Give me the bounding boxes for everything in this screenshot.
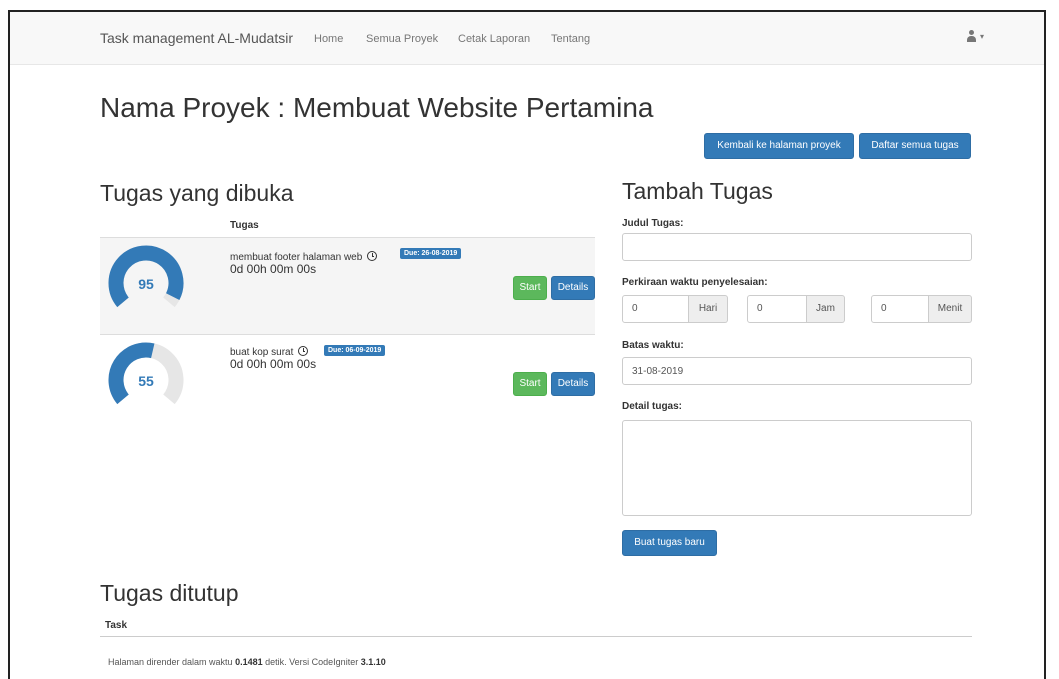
tasks-column-header: Tugas [230, 220, 259, 231]
estimate-label: Perkiraan waktu penyelesaian: [622, 277, 768, 288]
deadline-label: Batas waktu: [622, 340, 684, 351]
user-menu-dropdown[interactable]: ▾ [966, 30, 984, 44]
progress-value: 95 [138, 276, 154, 292]
nav-semua-proyek[interactable]: Semua Proyek [366, 33, 438, 45]
due-date-badge: Due: 26-08-2019 [400, 248, 462, 259]
clock-icon [298, 346, 309, 356]
progress-gauge: 55 [106, 340, 186, 412]
hours-unit-addon: Jam [807, 295, 845, 323]
user-icon [966, 30, 977, 42]
closed-table-divider [100, 636, 972, 637]
footer-prefix: Halaman dirender dalam waktu [108, 657, 233, 667]
task-timer: 0d 00h 00m 00s [230, 262, 317, 276]
task-detail-label: Detail tugas: [622, 401, 683, 412]
minutes-unit-addon: Menit [929, 295, 972, 323]
create-task-button[interactable]: Buat tugas baru [622, 530, 717, 556]
all-tasks-button[interactable]: Daftar semua tugas [859, 133, 971, 159]
render-time: 0.1481 [235, 657, 263, 667]
start-task-button[interactable]: Start [513, 276, 547, 300]
table-row-divider [100, 334, 595, 335]
task-title-input[interactable] [622, 233, 972, 261]
add-task-heading: Tambah Tugas [622, 178, 773, 204]
browser-frame: Task management AL-Mudatsir Home Semua P… [8, 10, 1046, 679]
deadline-input[interactable] [622, 357, 972, 385]
due-date-badge: Due: 06-09-2019 [324, 345, 386, 356]
nav-cetak-laporan[interactable]: Cetak Laporan [458, 33, 530, 45]
clock-icon [367, 251, 378, 261]
progress-gauge: 95 [106, 243, 186, 315]
task-details-button[interactable]: Details [551, 372, 595, 396]
progress-value: 55 [138, 373, 154, 389]
task-title-label: Judul Tugas: [622, 218, 684, 229]
back-to-project-button[interactable]: Kembali ke halaman proyek [704, 133, 854, 159]
caret-down-icon: ▾ [979, 32, 984, 41]
nav-home[interactable]: Home [314, 33, 343, 45]
task-details-button[interactable]: Details [551, 276, 595, 300]
minutes-input[interactable]: 0 [871, 295, 929, 323]
task-timer: 0d 00h 00m 00s [230, 357, 317, 371]
days-input[interactable]: 0 [622, 295, 689, 323]
render-time-footer: Halaman dirender dalam waktu 0.1481 deti… [108, 657, 386, 667]
hours-input[interactable]: 0 [747, 295, 807, 323]
closed-task-column-header: Task [105, 620, 128, 631]
task-detail-textarea[interactable] [622, 420, 972, 516]
closed-tasks-heading: Tugas ditutup [100, 580, 239, 606]
footer-middle: detik. Versi CodeIgniter [265, 657, 359, 667]
start-task-button[interactable]: Start [513, 372, 547, 396]
navbar: Task management AL-Mudatsir Home Semua P… [10, 12, 1044, 65]
days-unit-addon: Hari [689, 295, 728, 323]
open-tasks-heading: Tugas yang dibuka [100, 180, 294, 206]
nav-tentang[interactable]: Tentang [551, 33, 590, 45]
brand-link[interactable]: Task management AL-Mudatsir [100, 30, 293, 46]
codeigniter-version: 3.1.10 [360, 657, 386, 667]
page-title: Nama Proyek : Membuat Website Pertamina [100, 92, 654, 123]
